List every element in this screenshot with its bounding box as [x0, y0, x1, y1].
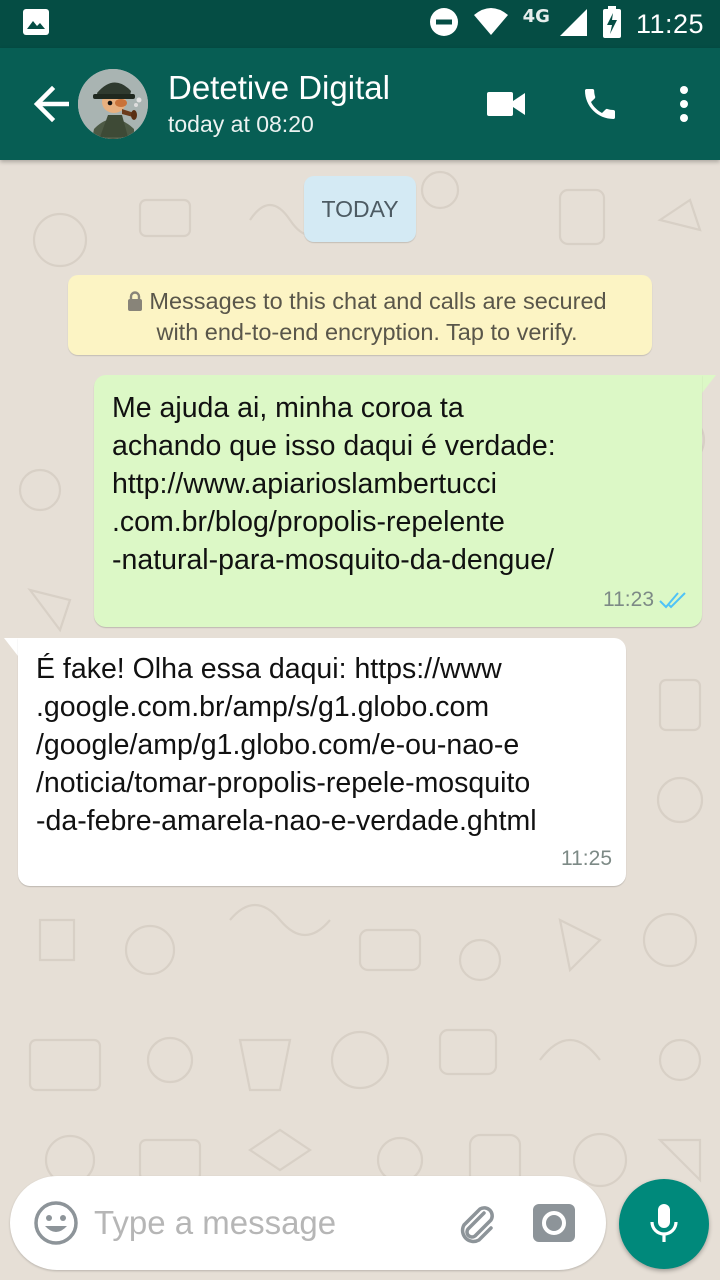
message-meta: 11:23	[603, 581, 688, 619]
avatar[interactable]	[78, 69, 148, 139]
network-type: 4G	[522, 5, 550, 27]
contact-name: Detetive Digital	[168, 69, 390, 106]
incoming-message[interactable]: É fake! Olha essa daqui: https://www .go…	[18, 638, 626, 886]
video-call-button[interactable]	[474, 72, 538, 136]
camera-button[interactable]	[526, 1193, 582, 1253]
message-link-line[interactable]: http://www.apiarioslambertucci	[112, 465, 684, 503]
message-link-line[interactable]: /noticia/tomar-propolis-repele-mosquito	[36, 764, 610, 802]
voice-call-button[interactable]	[568, 72, 632, 136]
attach-button[interactable]	[448, 1193, 504, 1253]
attach-icon	[460, 1206, 494, 1244]
last-seen: today at 08:20	[168, 111, 314, 137]
more-options-button[interactable]	[664, 72, 704, 136]
mic-icon	[650, 1204, 678, 1242]
message-input[interactable]	[94, 1193, 444, 1253]
status-bar: 4G 11:25	[0, 0, 720, 48]
back-button[interactable]	[26, 72, 78, 136]
message-list: Me ajuda ai, minha coroa ta achando que …	[0, 160, 720, 1170]
detective-avatar-image	[78, 69, 148, 139]
message-link-line[interactable]: -da-febre-amarela-nao-e-verdade.ghtml	[36, 802, 610, 840]
battery-charging-icon	[602, 6, 622, 42]
chat-header: Detetive Digital today at 08:20	[0, 48, 720, 160]
video-call-icon	[487, 92, 525, 116]
message-link-line[interactable]: -natural-para-mosquito-da-dengue/	[112, 541, 684, 579]
contact-info[interactable]: Detetive Digital today at 08:20	[168, 68, 474, 140]
message-text-line: Me ajuda ai, minha coroa ta	[112, 392, 464, 424]
incoming-bubble-tail	[4, 638, 18, 656]
image-notification-icon	[22, 8, 50, 40]
message-time: 11:23	[603, 588, 654, 611]
read-ticks-icon	[659, 592, 686, 609]
emoji-button[interactable]	[26, 1193, 86, 1253]
message-link-line[interactable]: /google/amp/g1.globo.com/e-ou-nao-e	[36, 726, 610, 764]
camera-icon	[533, 1204, 575, 1242]
do-not-disturb-icon	[429, 7, 459, 41]
voice-message-button[interactable]	[619, 1179, 709, 1269]
status-time: 11:25	[635, 8, 704, 39]
wifi-icon	[473, 7, 509, 41]
signal-icon	[558, 7, 588, 41]
back-arrow-icon	[33, 86, 69, 122]
phone-icon	[585, 89, 615, 119]
outgoing-bubble-tail	[702, 375, 716, 393]
message-time: 11:25	[561, 847, 612, 870]
outgoing-message[interactable]: Me ajuda ai, minha coroa ta achando que …	[94, 375, 702, 627]
message-meta: 11:25	[561, 840, 612, 878]
message-link-line[interactable]: .com.br/blog/propolis-repelente	[112, 503, 684, 541]
message-link-line[interactable]: .google.com.br/amp/s/g1.globo.com	[36, 688, 610, 726]
emoji-icon	[34, 1201, 78, 1245]
message-text-line: achando que isso daqui é verdade:	[112, 430, 556, 462]
more-vert-icon	[680, 86, 688, 122]
message-composer	[10, 1176, 606, 1270]
message-text-line: É fake! Olha essa daqui: https://www	[36, 653, 502, 685]
